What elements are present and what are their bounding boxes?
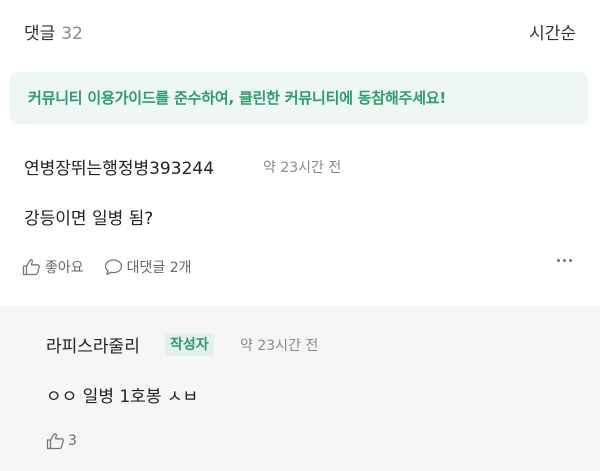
sort-button[interactable]: 시간순 [529, 19, 576, 44]
comments-count: 32 [61, 24, 83, 44]
community-guide-notice: 커뮤니티 이용가이드를 준수하여, 클린한 커뮤니티에 동참해주세요! [10, 72, 588, 124]
reply-button[interactable]: 대댓글 2개 [104, 257, 192, 277]
comments-header: 댓글 32 시간순 [0, 0, 600, 62]
speech-bubble-icon [104, 259, 122, 275]
reply-body: ㅇㅇ 일병 1호봉 ㅅㅂ [46, 387, 199, 407]
reply-label: 대댓글 2개 [126, 260, 192, 276]
reply-like-button[interactable]: 3 [46, 432, 77, 450]
reply-like-count: 3 [68, 433, 77, 449]
more-icon[interactable] [554, 259, 572, 262]
reply-item: 라피스라줄리 작성자 약 23시간 전 ㅇㅇ 일병 1호봉 ㅅㅂ 3 [0, 306, 600, 471]
author-badge: 작성자 [165, 333, 214, 356]
comment-actions: 좋아요 대댓글 2개 [22, 256, 212, 278]
comment-body: 강등이면 일병 됨? [24, 209, 154, 229]
comment-author[interactable]: 연병장뛰는행정병393244 [24, 154, 214, 179]
reply-author[interactable]: 라피스라줄리 [46, 332, 140, 357]
notice-text: 커뮤니티 이용가이드를 준수하여, 클린한 커뮤니티에 동참해주세요! [28, 89, 447, 107]
comments-label: 댓글 [24, 24, 56, 44]
reply-time: 약 23시간 전 [240, 338, 319, 354]
thumbs-up-icon [22, 259, 40, 276]
like-button[interactable]: 좋아요 [22, 257, 84, 277]
thumbs-up-icon [46, 433, 64, 450]
comment-time: 약 23시간 전 [263, 160, 342, 176]
comments-title: 댓글 32 [24, 19, 83, 44]
like-label: 좋아요 [45, 260, 84, 276]
comment-item: 연병장뛰는행정병393244 약 23시간 전 강등이면 일병 됨? 좋아요 대… [0, 140, 600, 302]
